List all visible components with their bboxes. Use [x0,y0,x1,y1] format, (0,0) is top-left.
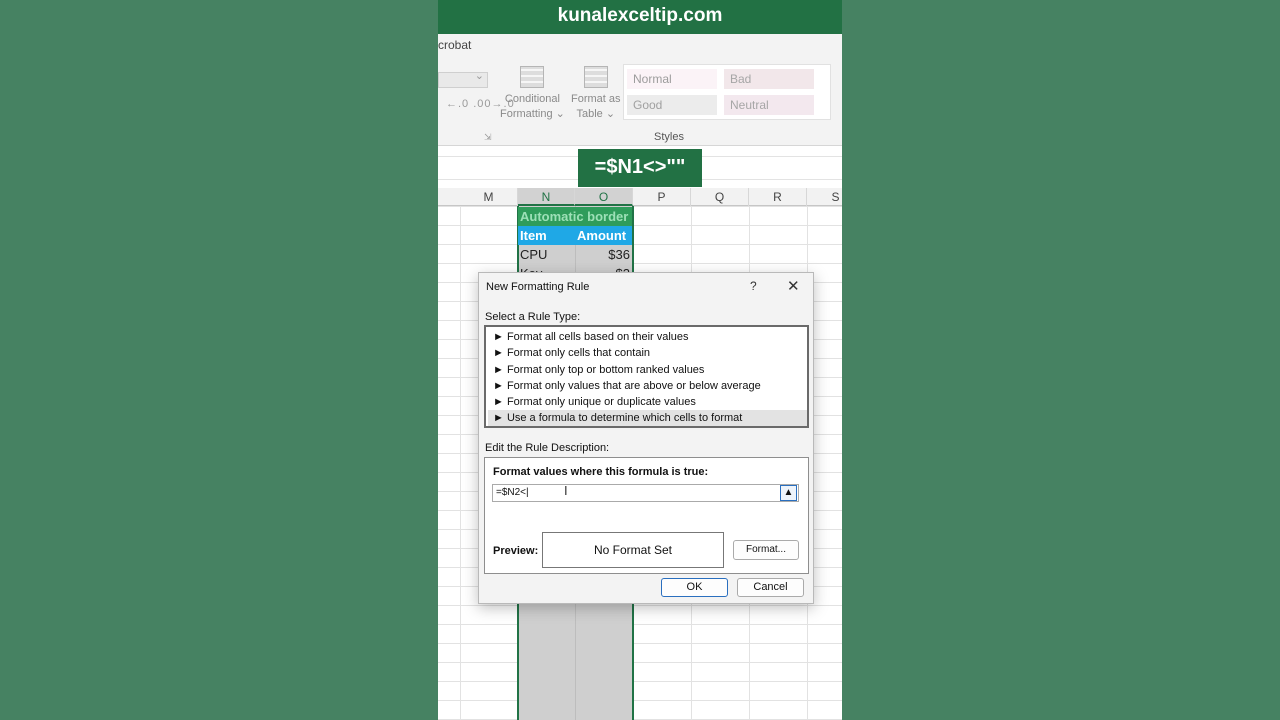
number-format-dropdown[interactable] [438,69,488,88]
ribbon-tab-acrobat[interactable]: crobat [438,38,471,52]
column-header-q[interactable]: Q [691,188,749,206]
help-icon[interactable]: ? [750,279,757,293]
cancel-button[interactable]: Cancel [737,578,804,597]
format-as-table-line1: Format as [571,93,621,105]
column-headers: M N O P Q R S [438,188,842,206]
new-formatting-rule-dialog: New Formatting Rule ? ✕ Select a Rule Ty… [478,272,814,604]
conditional-formatting-line2: Formatting ⌄ [500,108,565,120]
style-bad[interactable]: Bad [724,69,814,89]
dialog-launcher-icon[interactable]: ⇲ [484,132,492,143]
column-header-p[interactable]: P [633,188,691,206]
grid-line [460,206,461,720]
text-cursor-icon: I [564,483,568,498]
conditional-formatting-button[interactable]: Conditional Formatting ⌄ [500,66,565,122]
rule-type-item[interactable]: ► Format only cells that contain [488,345,807,361]
rule-type-item[interactable]: ► Format only unique or duplicate values [488,394,807,410]
formula-label: Format values where this formula is true… [493,466,709,478]
item-cell[interactable]: CPU [518,245,575,264]
ribbon: crobat ←.0 .00→.0 ⇲ Conditional Formatti… [438,34,842,146]
rule-type-item-selected[interactable]: ► Use a formula to determine which cells… [488,410,807,426]
cell-styles-gallery: Normal Bad Good Neutral ▲▼▾ [623,64,831,120]
collapse-dialog-icon[interactable]: ▲ [780,485,797,501]
formula-callout: =$N1<>"" [578,149,702,187]
style-neutral[interactable]: Neutral [724,95,814,115]
column-header-m[interactable]: M [460,188,518,206]
amount-cell[interactable]: $36 [575,245,632,264]
header-item-cell[interactable]: Item [518,226,575,245]
format-as-table-icon [583,66,608,88]
rule-type-item[interactable]: ► Format all cells based on their values [488,329,807,345]
column-header-n[interactable]: N [518,188,575,206]
edit-description-label: Edit the Rule Description: [485,442,610,454]
background-right [842,0,1280,720]
rule-type-item[interactable]: ► Format only values that are above or b… [488,378,807,394]
conditional-formatting-icon [520,66,545,88]
rule-type-list: ► Format all cells based on their values… [484,325,809,428]
format-as-table-line2: Table ⌄ [576,108,616,120]
select-rule-type-label: Select a Rule Type: [485,311,581,323]
header-amount-cell[interactable]: Amount [575,226,632,245]
preview-label: Preview: [493,545,539,557]
rule-description-panel: Format values where this formula is true… [484,457,809,574]
column-header-s[interactable]: S [807,188,842,206]
styles-group-label: Styles [654,131,684,143]
format-as-table-button[interactable]: Format as Table ⌄ [571,66,621,122]
dialog-title: New Formatting Rule [486,281,590,293]
style-good[interactable]: Good [627,95,717,115]
close-icon[interactable]: ✕ [787,277,800,295]
site-banner: kunalexceltip.com [438,0,842,34]
table-title-cell[interactable]: Automatic border [518,207,632,226]
conditional-formatting-line1: Conditional [504,93,560,105]
rule-type-item[interactable]: ► Format only top or bottom ranked value… [488,362,807,378]
style-normal[interactable]: Normal [627,69,717,89]
column-header-o[interactable]: O [575,188,633,206]
format-button[interactable]: Format... [733,540,799,560]
column-header-r[interactable]: R [749,188,807,206]
formula-input[interactable]: =$N2<| [492,484,799,502]
background-left [0,0,438,720]
preview-box: No Format Set [542,532,724,568]
ok-button[interactable]: OK [661,578,728,597]
